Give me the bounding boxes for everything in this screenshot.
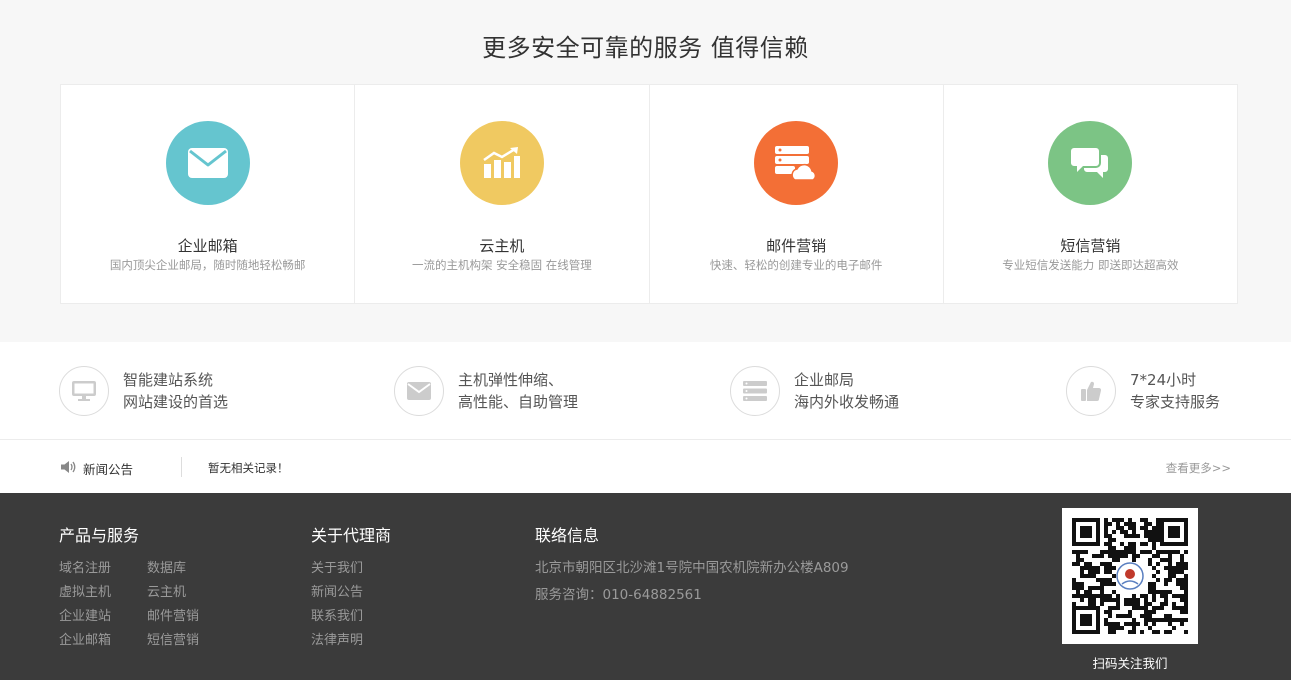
feature-text: 主机弹性伸缩、 高性能、自助管理 — [458, 369, 578, 413]
footer-link-contact[interactable]: 联系我们 — [311, 605, 363, 624]
service-card-desc: 一流的主机构架 安全稳固 在线管理 — [411, 258, 592, 272]
footer-link-enterprise-mail[interactable]: 企业邮箱 — [59, 629, 111, 648]
footer-link-cloud-host[interactable]: 云主机 — [147, 581, 186, 600]
feature-support: 7*24小时 专家支持服务 — [1066, 365, 1220, 417]
feature-line: 海内外收发畅通 — [794, 393, 900, 411]
service-card-desc: 国内顶尖企业邮局，随时随地轻松畅邮 — [109, 258, 306, 272]
footer-link-email-marketing[interactable]: 邮件营销 — [147, 605, 199, 624]
footer-link-news[interactable]: 新闻公告 — [311, 581, 363, 600]
feature-site-builder: 智能建站系统 网站建设的首选 — [59, 365, 228, 417]
footer-agents-title: 关于代理商 — [311, 526, 392, 545]
monitor-icon — [59, 366, 109, 416]
feature-hosting: 主机弹性伸缩、 高性能、自助管理 — [394, 365, 578, 417]
footer-link-legal[interactable]: 法律声明 — [311, 629, 363, 648]
features-row: 智能建站系统 网站建设的首选 主机弹性伸缩、 高性能、自助管理 企业邮局 海内外… — [0, 342, 1291, 440]
feature-line: 7*24小时 — [1130, 371, 1197, 389]
mail-icon — [165, 121, 250, 205]
footer-phone: 服务咨询：010-64882561 — [535, 587, 702, 603]
feature-line: 智能建站系统 — [123, 371, 214, 389]
thumbs-up-icon — [1066, 366, 1116, 416]
footer-link-database[interactable]: 数据库 — [147, 557, 186, 576]
feature-text: 7*24小时 专家支持服务 — [1130, 369, 1220, 413]
news-divider — [181, 457, 182, 477]
footer-link-about[interactable]: 关于我们 — [311, 557, 363, 576]
envelope-icon — [394, 366, 444, 416]
news-bar: 新闻公告 暂无相关记录！ 查看更多>> — [0, 440, 1291, 493]
server-icon — [730, 366, 780, 416]
service-card-title: 短信营销 — [1060, 237, 1121, 255]
feature-text: 智能建站系统 网站建设的首选 — [123, 369, 228, 413]
service-card-desc: 专业短信发送能力 即送即达超高效 — [1002, 258, 1179, 272]
footer: 产品与服务 域名注册 数据库 虚拟主机 云主机 企业建站 邮件营销 企业邮箱 短… — [0, 493, 1291, 680]
feature-mail-office: 企业邮局 海内外收发畅通 — [730, 365, 899, 417]
footer-link-site-builder[interactable]: 企业建站 — [59, 605, 111, 624]
footer-link-sms-marketing[interactable]: 短信营销 — [147, 629, 199, 648]
feature-line: 高性能、自助管理 — [458, 393, 579, 411]
feature-line: 企业邮局 — [794, 371, 855, 389]
news-more-link[interactable]: 查看更多>> — [1166, 460, 1231, 476]
growth-chart-icon — [459, 121, 544, 205]
service-card-desc: 快速、轻松的创建专业的电子邮件 — [709, 258, 883, 272]
news-label: 新闻公告 — [83, 462, 134, 477]
qr-caption: 扫码关注我们 — [1092, 656, 1168, 671]
server-cloud-icon — [754, 121, 839, 205]
qr-code-image — [1062, 508, 1198, 644]
services-title: 更多安全可靠的服务 值得信赖 — [482, 34, 809, 62]
feature-text: 企业邮局 海内外收发畅通 — [794, 369, 899, 413]
footer-link-domain[interactable]: 域名注册 — [59, 557, 111, 576]
feature-line: 主机弹性伸缩、 — [458, 371, 564, 389]
service-card-title: 邮件营销 — [766, 237, 827, 255]
footer-products-title: 产品与服务 — [59, 526, 140, 545]
service-card-title: 企业邮箱 — [177, 237, 238, 255]
news-content: 暂无相关记录！ — [208, 461, 289, 475]
service-card-email-marketing[interactable]: 邮件营销 快速、轻松的创建专业的电子邮件 — [650, 85, 944, 303]
speaker-icon — [60, 459, 76, 478]
footer-contact-title: 联络信息 — [535, 526, 600, 545]
service-card-title: 云主机 — [479, 237, 525, 255]
service-card-enterprise-mail[interactable]: 企业邮箱 国内顶尖企业邮局，随时随地轻松畅邮 — [61, 85, 356, 303]
feature-line: 网站建设的首选 — [123, 393, 229, 411]
feature-line: 专家支持服务 — [1130, 393, 1221, 411]
service-cards: 企业邮箱 国内顶尖企业邮局，随时随地轻松畅邮 云主机 一流的主机构架 安全稳固 … — [60, 84, 1238, 304]
service-card-cloud-host[interactable]: 云主机 一流的主机构架 安全稳固 在线管理 — [355, 85, 650, 303]
footer-link-virtual-host[interactable]: 虚拟主机 — [59, 581, 111, 600]
chat-bubbles-icon — [1048, 121, 1133, 205]
service-card-sms-marketing[interactable]: 短信营销 专业短信发送能力 即送即达超高效 — [944, 85, 1237, 303]
footer-address: 北京市朝阳区北沙滩1号院中国农机院新办公楼A809 — [535, 560, 849, 576]
services-section: 更多安全可靠的服务 值得信赖 企业邮箱 国内顶尖企业邮局，随时随地轻松畅邮 云主… — [0, 0, 1291, 342]
